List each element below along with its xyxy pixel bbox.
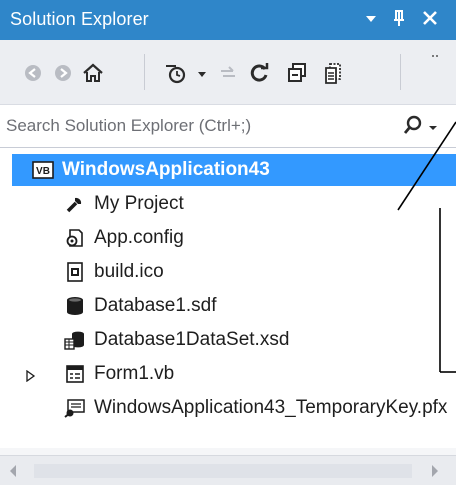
toolbar-separator (400, 54, 401, 90)
title-bar: Solution Explorer (0, 0, 456, 40)
overflow-icon (432, 55, 438, 57)
tree-item-project[interactable]: VB WindowsApplication43 (12, 154, 456, 186)
scroll-right-arrow-icon[interactable] (430, 464, 440, 483)
horizontal-scrollbar[interactable] (0, 455, 456, 485)
show-all-files-icon (325, 63, 341, 84)
pin-icon[interactable] (390, 6, 408, 36)
tree-item-label: App.config (94, 227, 184, 248)
forward-button[interactable] (50, 56, 76, 90)
svg-text:VB: VB (36, 166, 50, 177)
tree-item-label: My Project (94, 193, 184, 214)
wrench-icon (64, 193, 86, 215)
home-button[interactable] (78, 56, 108, 90)
tree-item-build-ico[interactable]: build.ico (0, 256, 456, 288)
search-input[interactable] (6, 114, 386, 138)
tree-item-label: Database1.sdf (94, 295, 217, 316)
home-icon (83, 63, 103, 82)
tree-item-label: build.ico (94, 261, 164, 282)
pending-changes-filter-button[interactable] (160, 56, 216, 90)
project-label: WindowsApplication43 (62, 159, 270, 180)
dataset-icon (64, 329, 86, 351)
tree-item-app-config[interactable]: App.config (0, 222, 456, 254)
show-all-files-button[interactable] (318, 56, 348, 90)
panel-title: Solution Explorer (10, 9, 149, 29)
scroll-left-arrow-icon[interactable] (8, 464, 18, 483)
collapse-all-button[interactable] (282, 56, 312, 90)
solution-tree: VB WindowsApplication43 My Project App.c… (0, 148, 456, 448)
tree-item-label: WindowsApplication43_TemporaryKey.pfx (94, 397, 448, 418)
icon-file-icon (64, 261, 86, 283)
close-icon[interactable] (420, 6, 440, 36)
expand-arrow-icon[interactable] (26, 369, 36, 387)
tree-item-dataset-xsd[interactable]: Database1DataSet.xsd (0, 324, 456, 356)
tree-item-my-project[interactable]: My Project (0, 188, 456, 220)
back-button[interactable] (20, 56, 46, 90)
dropdown-arrow-icon[interactable] (364, 6, 378, 36)
refresh-icon (250, 63, 269, 82)
search-icon[interactable] (402, 114, 424, 141)
tree-item-label: Database1DataSet.xsd (94, 329, 290, 350)
vb-project-icon: VB (32, 159, 54, 181)
clock-filter-icon (166, 65, 206, 84)
certificate-key-icon (64, 397, 86, 419)
tree-item-temporary-key[interactable]: WindowsApplication43_TemporaryKey.pfx (0, 392, 456, 424)
tree-item-form1[interactable]: Form1.vb (0, 358, 456, 390)
back-arrow-icon (25, 65, 41, 81)
config-file-icon (64, 227, 86, 249)
toolbar-overflow-button[interactable] (426, 48, 444, 68)
scrollbar-thumb[interactable] (34, 464, 412, 478)
sync-icon (221, 66, 235, 77)
refresh-button[interactable] (244, 56, 274, 90)
tree-item-label: Form1.vb (94, 363, 175, 384)
tree-item-database-sdf[interactable]: Database1.sdf (0, 290, 456, 322)
toolbar-separator (144, 54, 145, 90)
search-box (0, 105, 456, 148)
form-icon (64, 363, 86, 385)
search-options-dropdown-icon[interactable] (428, 120, 438, 138)
collapse-all-icon (288, 63, 306, 82)
forward-arrow-icon (55, 65, 71, 81)
sync-with-document-button[interactable] (216, 56, 240, 90)
database-icon (64, 295, 86, 317)
solution-explorer-panel: Solution Explorer Search Solution Explor… (0, 0, 456, 485)
toolbar (0, 40, 456, 105)
